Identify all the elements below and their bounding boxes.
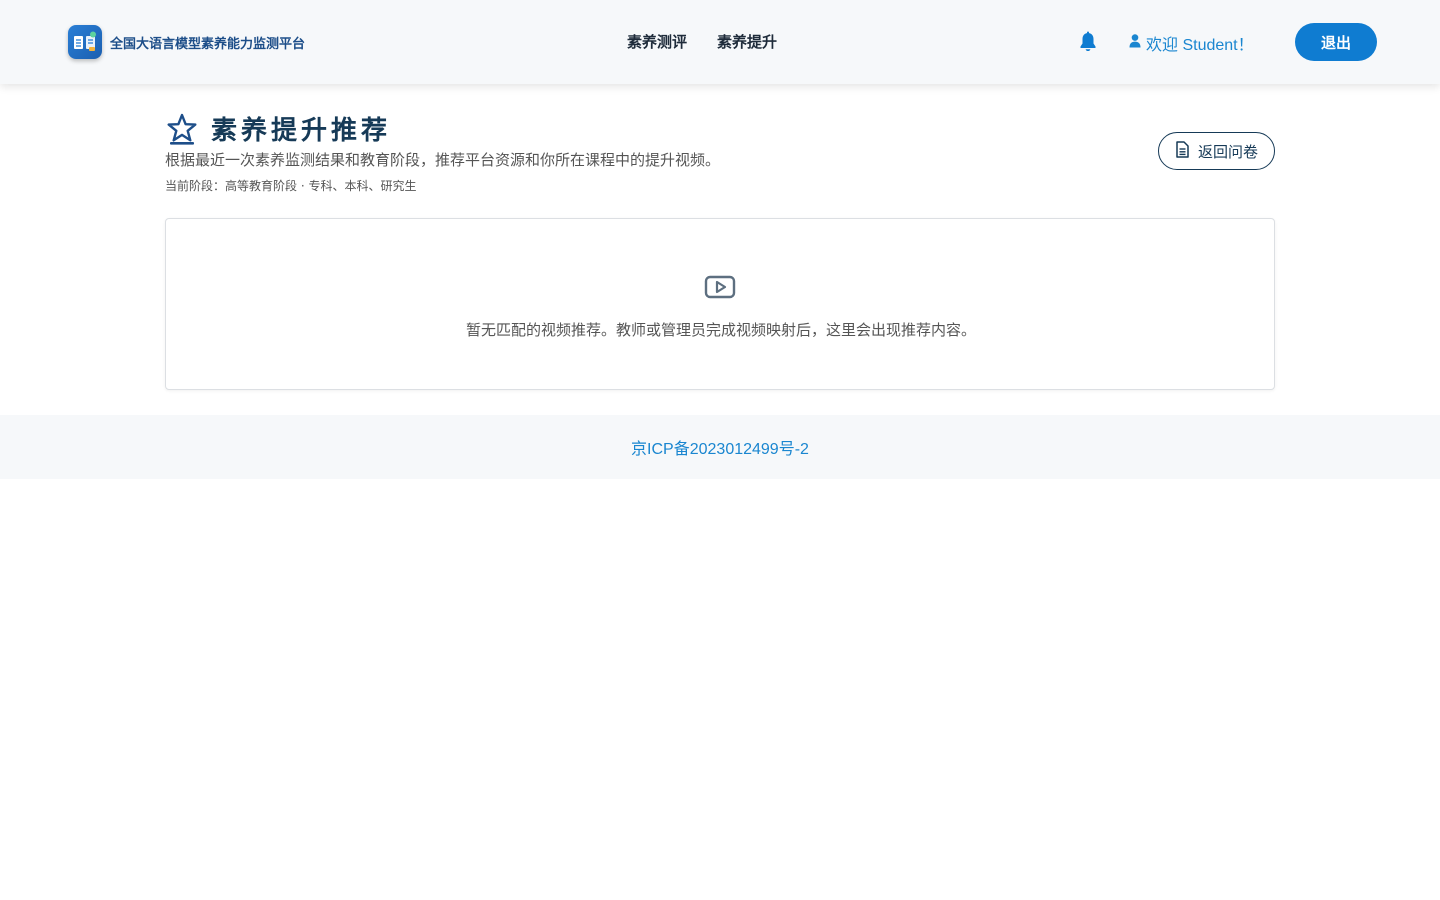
welcome-text: 欢迎 Student！ (1146, 37, 1254, 54)
welcome-user[interactable]: 欢迎 Student！ (1129, 31, 1254, 55)
star-icon (165, 112, 199, 146)
brand-name: 全国大语言模型素养能力监测平台 (110, 36, 306, 52)
nav-item-assessment[interactable]: 素养测评 (627, 31, 687, 52)
main-nav: 素养测评 素养提升 (627, 31, 777, 52)
book-chat-logo-icon (68, 25, 102, 59)
empty-state-text: 暂无匹配的视频推荐。教师或管理员完成视频映射后，这里会出现推荐内容。 (465, 321, 976, 339)
back-button-label: 返回问卷 (1197, 142, 1258, 161)
video-play-icon (704, 273, 736, 301)
icp-link[interactable]: 京ICP备2023012499号-2 (631, 435, 809, 459)
document-icon (1175, 140, 1189, 162)
top-header: 全国大语言模型素养能力监测平台 素养测评 素养提升 欢迎 Student！ 退出 (0, 0, 1440, 84)
user-icon (1129, 33, 1141, 53)
nav-item-improvement[interactable]: 素养提升 (717, 31, 777, 52)
back-to-questionnaire-button[interactable]: 返回问卷 (1158, 132, 1275, 170)
logout-button[interactable]: 退出 (1295, 23, 1377, 61)
brand-link[interactable]: 全国大语言模型素养能力监测平台 (68, 25, 305, 59)
empty-state-card: 暂无匹配的视频推荐。教师或管理员完成视频映射后，这里会出现推荐内容。 (165, 218, 1275, 390)
bell-icon[interactable] (1077, 31, 1099, 53)
page-subtitle: 根据最近一次素养监测结果和教育阶段，推荐平台资源和你所在课程中的提升视频。 (165, 151, 721, 169)
page-title-row: 素养提升推荐 (165, 110, 391, 147)
footer: 京ICP备2023012499号-2 (0, 415, 1440, 479)
page-title: 素养提升推荐 (211, 116, 392, 146)
current-stage: 当前阶段：高等教育阶段 · 专科、本科、研究生 (165, 179, 417, 193)
